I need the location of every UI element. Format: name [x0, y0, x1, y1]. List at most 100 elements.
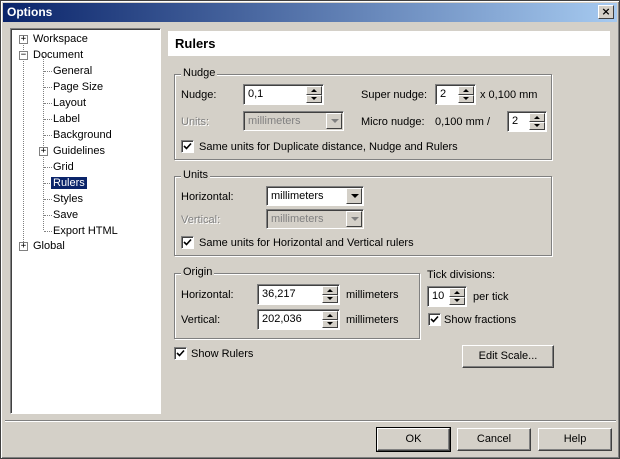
tree-item-background[interactable]: Background	[51, 128, 114, 143]
tree-item-styles[interactable]: Styles	[51, 192, 85, 207]
tree-item-label: Rulers	[51, 177, 87, 189]
spin-up-icon[interactable]	[322, 311, 338, 320]
units-horizontal-label: Horizontal:	[181, 191, 234, 203]
micro-nudge-prefix: 0,100 mm /	[435, 116, 491, 128]
chevron-down-icon[interactable]	[346, 211, 362, 227]
title-bar[interactable]: Options ×	[3, 3, 617, 22]
super-nudge-value: 2	[440, 88, 447, 100]
units-vertical-label: Vertical:	[181, 214, 221, 226]
tree-item-label: Styles	[53, 193, 83, 205]
help-button[interactable]: Help	[538, 428, 612, 451]
close-button[interactable]: ×	[598, 5, 614, 19]
nudge-spinner[interactable]	[306, 86, 322, 103]
tree-item-grid[interactable]: Grid	[51, 160, 76, 175]
edit-scale-button[interactable]: Edit Scale...	[462, 345, 554, 368]
tree-item-save[interactable]: Save	[51, 208, 80, 223]
spin-down-icon[interactable]	[306, 95, 322, 103]
origin-horizontal-label: Horizontal:	[181, 289, 234, 301]
tick-divisions-label: Tick divisions:	[427, 269, 496, 281]
spin-down-icon[interactable]	[322, 320, 338, 328]
expand-icon[interactable]: +	[39, 147, 48, 156]
units-label: Units:	[181, 116, 210, 128]
origin-vertical-value: 202,036	[262, 313, 302, 325]
ok-button[interactable]: OK	[376, 427, 451, 452]
nudge-units-select[interactable]: millimeters	[243, 111, 344, 131]
page-title: Rulers	[175, 36, 216, 51]
checkmark-icon	[183, 238, 192, 246]
micro-nudge-input[interactable]: 2	[507, 111, 547, 132]
spin-up-icon[interactable]	[322, 286, 338, 295]
spin-up-icon[interactable]	[306, 86, 322, 95]
super-nudge-spinner[interactable]	[458, 86, 474, 103]
tree-item-page-size[interactable]: Page Size	[51, 80, 105, 95]
super-nudge-input[interactable]: 2	[435, 84, 476, 105]
tree-item-label: Guidelines	[53, 145, 105, 157]
nudge-label: Nudge:	[181, 89, 217, 101]
origin-horizontal-unit: millimeters	[346, 289, 399, 301]
spin-down-icon[interactable]	[322, 295, 338, 303]
chevron-down-icon[interactable]	[326, 113, 342, 129]
tick-divisions-suffix: per tick	[473, 291, 509, 303]
nudge-input[interactable]: 0,1	[243, 84, 324, 105]
group-title: Origin	[181, 266, 215, 278]
spin-up-icon[interactable]	[529, 113, 545, 122]
tree-item-label: General	[53, 65, 93, 77]
options-tree[interactable]: + Workspace − Document General Page Size…	[10, 28, 161, 414]
spin-down-icon[interactable]	[449, 297, 465, 305]
show-rulers-label: Show Rulers	[191, 348, 254, 360]
checkmark-icon	[430, 315, 439, 323]
collapse-icon[interactable]: −	[19, 51, 28, 60]
tree-item-label: Layout	[53, 97, 87, 109]
units-vertical-select[interactable]: millimeters	[266, 209, 364, 229]
spin-down-icon[interactable]	[458, 95, 474, 103]
show-rulers-checkbox[interactable]	[174, 347, 187, 360]
tree-item-label[interactable]: Label	[51, 112, 82, 127]
same-units-nudge-label: Same units for Duplicate distance, Nudge…	[199, 141, 458, 153]
units-vertical-value: millimeters	[271, 213, 324, 225]
same-units-rulers-label: Same units for Horizontal and Vertical r…	[199, 237, 414, 249]
footer-separator	[5, 420, 616, 422]
nudge-units-value: millimeters	[248, 115, 301, 127]
tree-item-label: Export HTML	[53, 225, 118, 237]
tick-divisions-spinner[interactable]	[449, 288, 465, 305]
tree-item-label: Grid	[53, 161, 74, 173]
show-fractions-label: Show fractions	[444, 314, 517, 326]
options-dialog: Options × + Workspace − Document General…	[0, 0, 620, 459]
micro-nudge-value: 2	[512, 115, 519, 127]
chevron-down-icon[interactable]	[346, 188, 362, 204]
origin-vertical-spinner[interactable]	[322, 311, 338, 328]
micro-nudge-label: Micro nudge:	[361, 116, 425, 128]
close-icon: ×	[601, 5, 611, 18]
origin-horizontal-spinner[interactable]	[322, 286, 338, 303]
tree-item-layout[interactable]: Layout	[51, 96, 88, 111]
tree-item-label: Label	[53, 113, 80, 125]
tree-item-global[interactable]: Global	[31, 239, 67, 254]
origin-vertical-input[interactable]: 202,036	[257, 309, 340, 330]
spin-up-icon[interactable]	[458, 86, 474, 95]
same-units-rulers-checkbox[interactable]	[181, 236, 194, 249]
super-nudge-suffix: x 0,100 mm	[480, 89, 538, 101]
spin-up-icon[interactable]	[449, 288, 465, 297]
expand-icon[interactable]: +	[19, 242, 28, 251]
group-title: Units	[181, 169, 211, 181]
tree-item-label: Background	[53, 129, 112, 141]
cancel-button[interactable]: Cancel	[457, 428, 531, 451]
checkmark-icon	[183, 142, 192, 150]
units-horizontal-select[interactable]: millimeters	[266, 186, 364, 206]
tick-divisions-input[interactable]: 10	[427, 286, 467, 307]
tree-item-label: Global	[33, 240, 65, 252]
tree-item-label: Document	[33, 49, 84, 61]
tree-item-guidelines[interactable]: Guidelines	[51, 144, 107, 159]
same-units-nudge-checkbox[interactable]	[181, 140, 194, 153]
tree-item-workspace[interactable]: Workspace	[31, 32, 90, 47]
show-fractions-checkbox[interactable]	[428, 313, 441, 326]
tree-item-export-html[interactable]: Export HTML	[51, 224, 120, 239]
window-title: Options	[7, 5, 53, 19]
expand-icon[interactable]: +	[19, 35, 28, 44]
tree-item-document[interactable]: Document	[31, 48, 85, 63]
tree-item-rulers[interactable]: Rulers	[51, 176, 87, 191]
micro-nudge-spinner[interactable]	[529, 113, 545, 130]
origin-horizontal-input[interactable]: 36,217	[257, 284, 340, 305]
tree-item-general[interactable]: General	[51, 64, 94, 79]
spin-down-icon[interactable]	[529, 122, 545, 130]
